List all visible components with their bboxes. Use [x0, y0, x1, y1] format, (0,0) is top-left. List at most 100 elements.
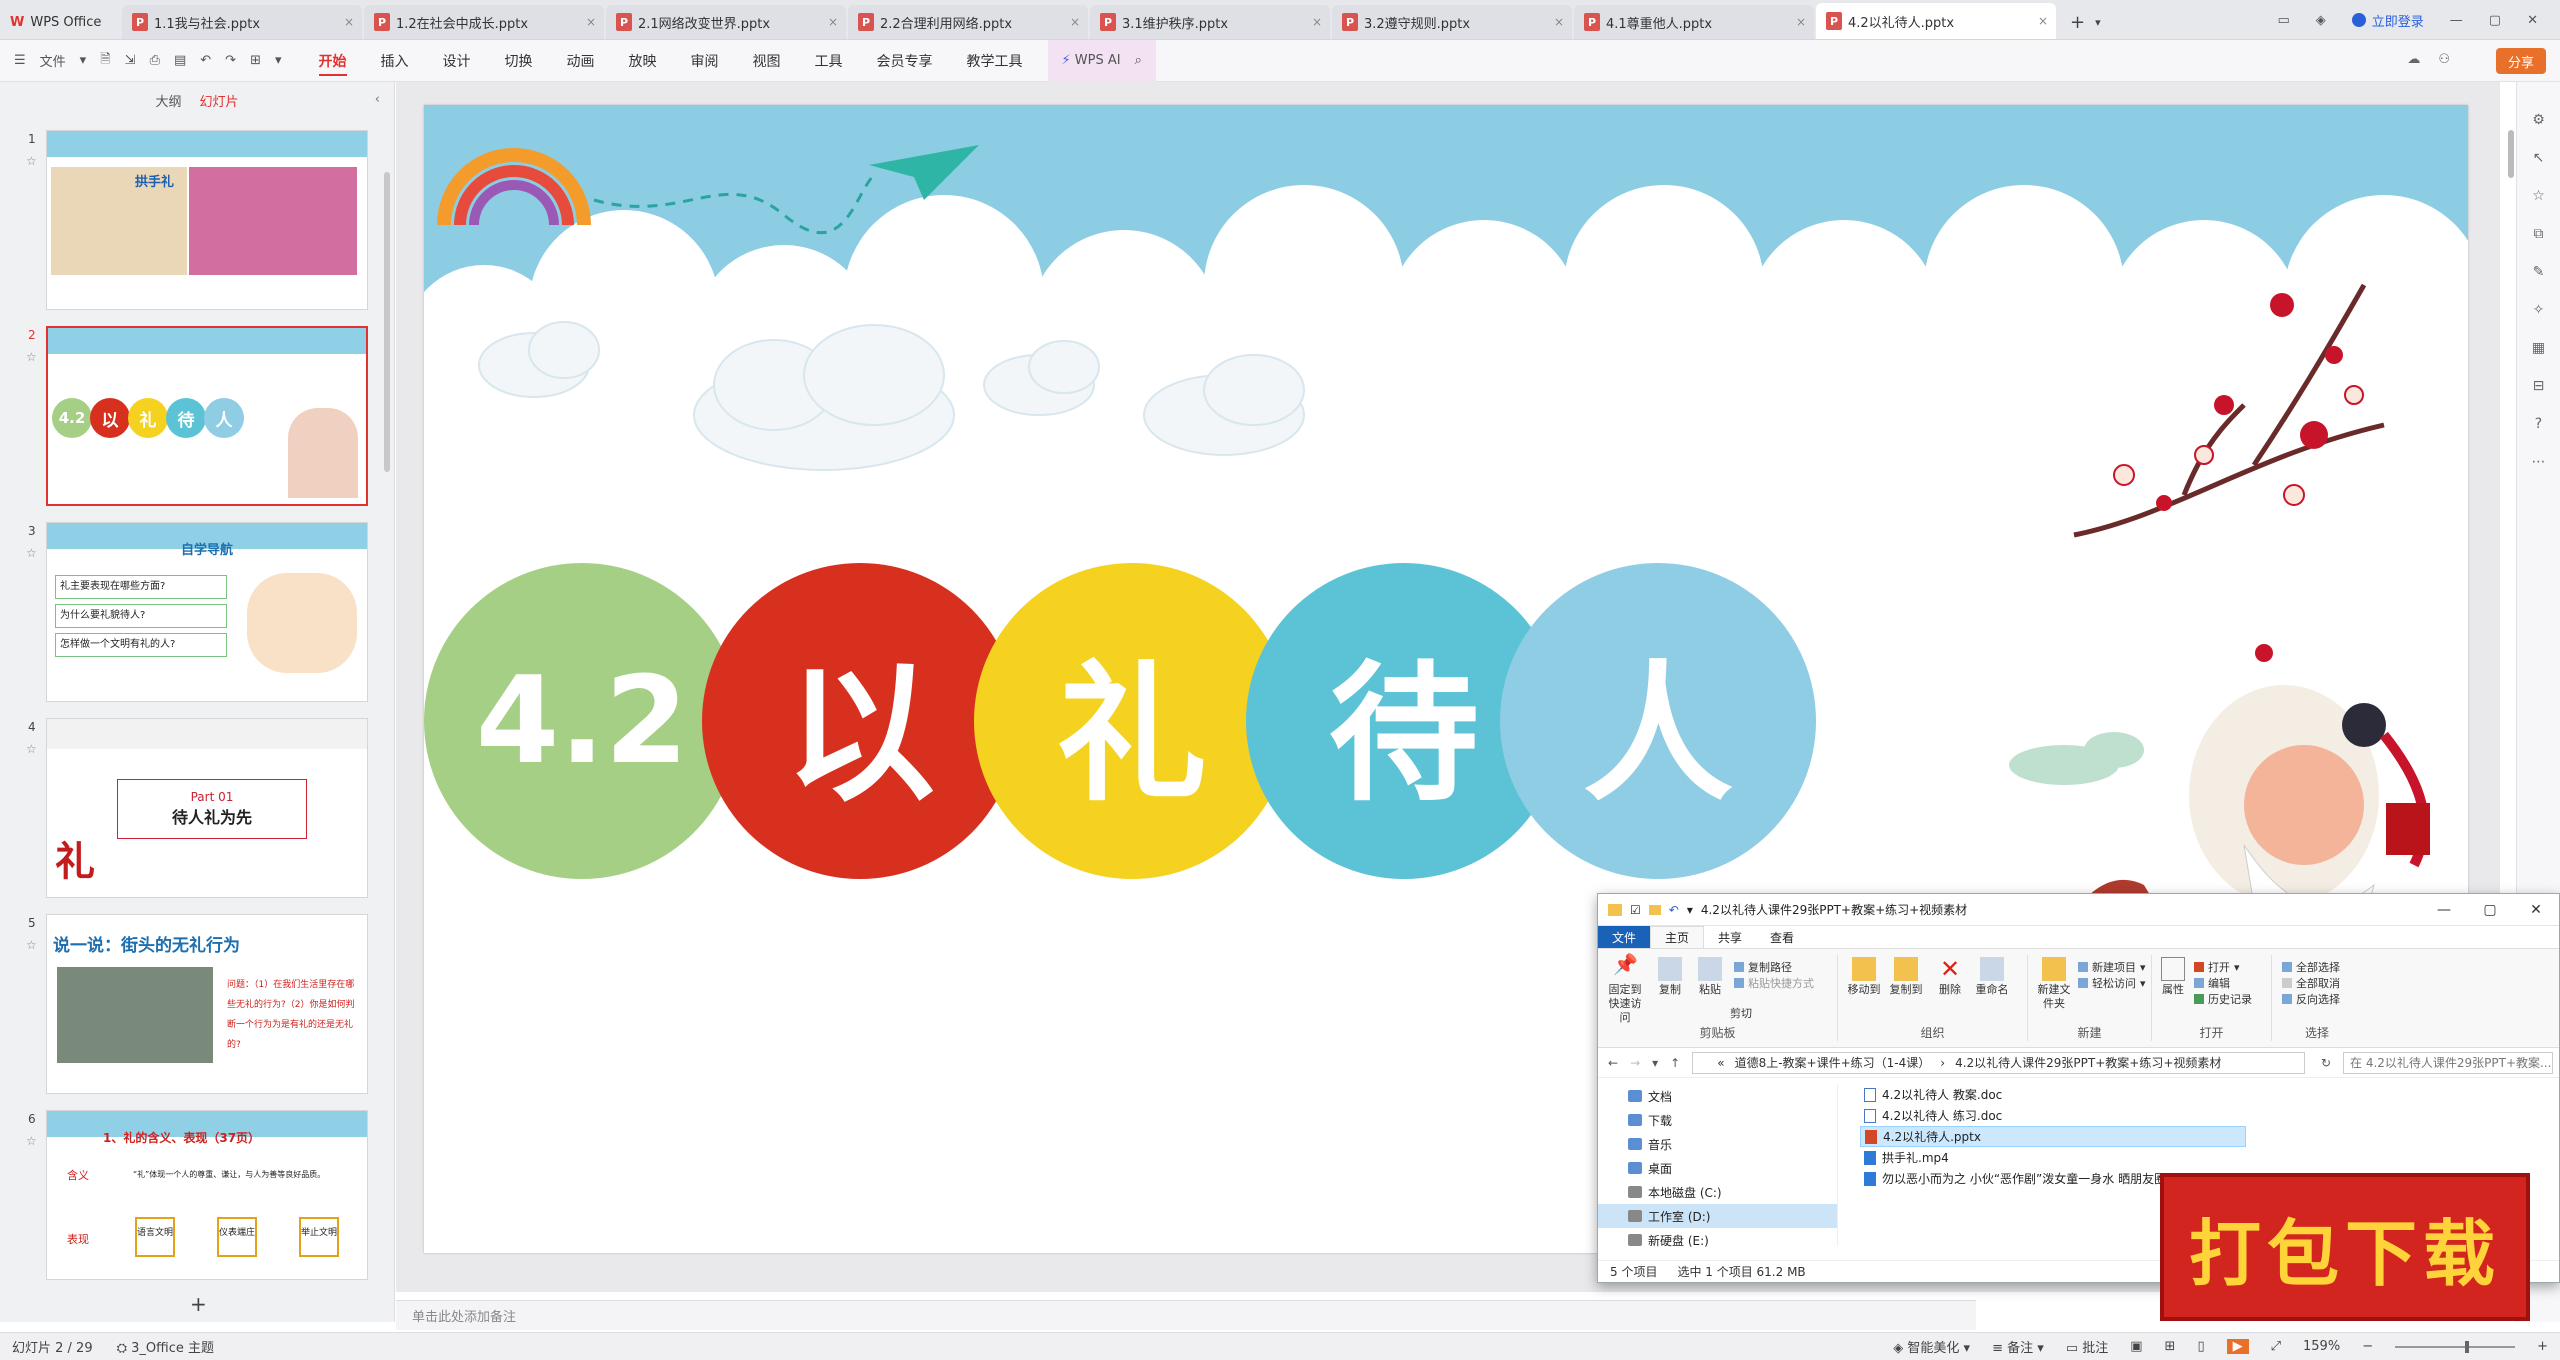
- fit-icon[interactable]: ⤢: [2271, 1339, 2281, 1354]
- invert-selection-button[interactable]: 反向选择: [2282, 991, 2340, 1007]
- properties-quick-icon[interactable]: ☑: [1630, 903, 1641, 917]
- pin-quick-access-button[interactable]: 📌 固定到快速访问: [1604, 954, 1646, 1025]
- breadcrumb-current[interactable]: 4.2以礼待人课件29张PPT+教案+练习+视频素材: [1955, 1054, 2221, 1071]
- document-tab[interactable]: P 4.1尊重他人.pptx ×: [1574, 5, 1814, 39]
- login-button[interactable]: 立即登录: [2351, 11, 2424, 30]
- close-icon[interactable]: ×: [1796, 15, 1806, 29]
- star-icon[interactable]: ☆: [26, 154, 37, 168]
- nav-item-documents[interactable]: 文档: [1598, 1084, 1837, 1108]
- back-icon[interactable]: ←: [1608, 1056, 1618, 1070]
- layout-icon[interactable]: ⊟: [2533, 378, 2545, 394]
- print-icon[interactable]: ⎙: [150, 53, 160, 68]
- slide-thumbnail-row[interactable]: 1 ☆ 拱手礼: [0, 130, 395, 314]
- slide-thumbnail[interactable]: 4.2 以 礼 待 人: [46, 326, 368, 506]
- copy-to-button[interactable]: 复制到: [1886, 957, 1926, 997]
- close-icon[interactable]: ✕: [2513, 894, 2559, 926]
- slide-thumbnail-row[interactable]: 5 ☆ 说一说：街头的无礼行为 问题：（1）在我们生活里存在哪些无礼的行为?（2…: [0, 914, 395, 1098]
- copy-icon[interactable]: ⧉: [2534, 226, 2544, 242]
- minimize-icon[interactable]: —: [2450, 13, 2463, 28]
- document-tab[interactable]: P 3.2遵守规则.pptx ×: [1332, 5, 1572, 39]
- beautify-button[interactable]: ◈ 智能美化 ▾: [1893, 1337, 1970, 1356]
- more-icon[interactable]: ⋯: [2532, 454, 2546, 470]
- file-row[interactable]: 4.2以礼待人 教案.doc: [1860, 1084, 2560, 1105]
- edit-button[interactable]: 编辑: [2194, 975, 2230, 991]
- address-bar[interactable]: « 道德8上-教案+课件+练习（1-4课） › 4.2以礼待人课件29张PPT+…: [1692, 1051, 2305, 1074]
- title-circle-1[interactable]: 4.2: [424, 563, 740, 879]
- help-icon[interactable]: ?: [2535, 416, 2542, 432]
- delete-button[interactable]: ✕ 删除: [1932, 957, 1968, 997]
- title-circle-5[interactable]: 人: [1500, 563, 1816, 879]
- document-tab[interactable]: P 1.2在社会中成长.pptx ×: [364, 5, 604, 39]
- preview-icon[interactable]: ▤: [174, 53, 186, 68]
- copy-path-button[interactable]: 复制路径: [1734, 959, 1792, 975]
- notes-button[interactable]: ≡ 备注 ▾: [1992, 1337, 2044, 1356]
- sorter-view-icon[interactable]: ⊞: [2165, 1339, 2176, 1354]
- breadcrumb-parent[interactable]: 道德8上-教案+课件+练习（1-4课）: [1735, 1054, 1931, 1071]
- file-row[interactable]: 拱手礼.mp4: [1860, 1147, 2560, 1168]
- download-package-banner[interactable]: 打包下载: [2160, 1173, 2530, 1321]
- nav-item-desktop[interactable]: 桌面: [1598, 1156, 1837, 1180]
- menu-design[interactable]: 设计: [426, 40, 488, 82]
- document-tab[interactable]: P 1.1我与社会.pptx ×: [122, 5, 362, 39]
- new-folder-quick-icon[interactable]: [1648, 904, 1661, 915]
- export-icon[interactable]: ⇲: [125, 53, 136, 68]
- scrollbar-thumb[interactable]: [2508, 130, 2514, 178]
- window-layout-icon[interactable]: ▭: [2277, 13, 2289, 28]
- new-tab-button[interactable]: + ▾: [2070, 5, 2101, 39]
- undo-icon[interactable]: ↶: [200, 53, 211, 68]
- star-icon[interactable]: ☆: [26, 546, 37, 560]
- slide-thumbnail[interactable]: 说一说：街头的无礼行为 问题：（1）在我们生活里存在哪些无礼的行为?（2）你是如…: [46, 914, 368, 1094]
- file-row-selected[interactable]: 4.2以礼待人.pptx: [1860, 1126, 2246, 1147]
- menu-tools[interactable]: 工具: [798, 40, 860, 82]
- reading-view-icon[interactable]: ▯: [2197, 1339, 2204, 1354]
- forward-icon[interactable]: →: [1630, 1056, 1640, 1070]
- zoom-in-icon[interactable]: +: [2537, 1339, 2548, 1354]
- document-tab[interactable]: P 2.2合理利用网络.pptx ×: [848, 5, 1088, 39]
- menu-animation[interactable]: 动画: [550, 40, 612, 82]
- theme-name[interactable]: ⛭ 3_Office 主题: [117, 1337, 214, 1356]
- undo-icon[interactable]: ↶: [1669, 903, 1679, 917]
- document-tab[interactable]: P 2.1网络改变世界.pptx ×: [606, 5, 846, 39]
- notes-area[interactable]: 单击此处添加备注: [396, 1300, 1976, 1330]
- open-button[interactable]: 打开 ▾: [2194, 959, 2240, 975]
- cloud-icon[interactable]: ☁: [2407, 52, 2420, 67]
- redo-icon[interactable]: ↷: [225, 53, 236, 68]
- refresh-icon[interactable]: ↻: [2321, 1056, 2331, 1070]
- maximize-icon[interactable]: ▢: [2467, 894, 2513, 926]
- title-circle-3[interactable]: 礼: [974, 563, 1290, 879]
- menu-insert[interactable]: 插入: [364, 40, 426, 82]
- move-to-button[interactable]: 移动到: [1844, 957, 1884, 997]
- zoom-out-icon[interactable]: −: [2362, 1339, 2373, 1354]
- explorer-tab-share[interactable]: 共享: [1704, 926, 1756, 948]
- normal-view-icon[interactable]: ▣: [2130, 1339, 2142, 1354]
- close-icon[interactable]: ×: [2038, 14, 2048, 28]
- play-button[interactable]: ▶: [2226, 1339, 2249, 1354]
- close-icon[interactable]: ×: [1070, 15, 1080, 29]
- properties-button[interactable]: 属性: [2156, 957, 2190, 997]
- slide-thumbnail[interactable]: 拱手礼: [46, 130, 368, 310]
- history-button[interactable]: 历史记录: [2194, 991, 2252, 1007]
- rename-button[interactable]: 重命名: [1970, 957, 2014, 997]
- tab-slides[interactable]: 幻灯片: [200, 91, 239, 110]
- wps-ai-button[interactable]: ⚡ WPS AI: [1062, 53, 1121, 68]
- search-icon[interactable]: ⌕: [1135, 53, 1142, 68]
- chevron-down-icon[interactable]: ▾: [80, 53, 87, 68]
- adjust-icon[interactable]: ⚙: [2532, 112, 2545, 128]
- minimize-icon[interactable]: —: [2421, 894, 2467, 926]
- layers-icon[interactable]: ▦: [2532, 340, 2545, 356]
- select-all-button[interactable]: 全部选择: [2282, 959, 2340, 975]
- nav-item-music[interactable]: 音乐: [1598, 1132, 1837, 1156]
- star-icon[interactable]: ☆: [26, 938, 37, 952]
- menu-review[interactable]: 审阅: [674, 40, 736, 82]
- menu-member[interactable]: 会员专享: [860, 40, 950, 82]
- paste-button[interactable]: 粘贴: [1694, 957, 1726, 997]
- slide-thumbnail[interactable]: 1、礼的含义、表现（37页） 含义 “礼”体现一个人的尊重、谦让，与人为善等良好…: [46, 1110, 368, 1280]
- add-slide-button[interactable]: +: [190, 1292, 207, 1316]
- close-icon[interactable]: ×: [344, 15, 354, 29]
- up-icon[interactable]: ↑: [1670, 1056, 1680, 1070]
- magic-icon[interactable]: ✧: [2533, 302, 2545, 318]
- nav-item-drive-d[interactable]: 工作室 (D:): [1598, 1204, 1837, 1228]
- copy-button[interactable]: 复制: [1654, 957, 1686, 997]
- zoom-slider[interactable]: [2395, 1340, 2516, 1353]
- maximize-icon[interactable]: ▢: [2489, 13, 2501, 28]
